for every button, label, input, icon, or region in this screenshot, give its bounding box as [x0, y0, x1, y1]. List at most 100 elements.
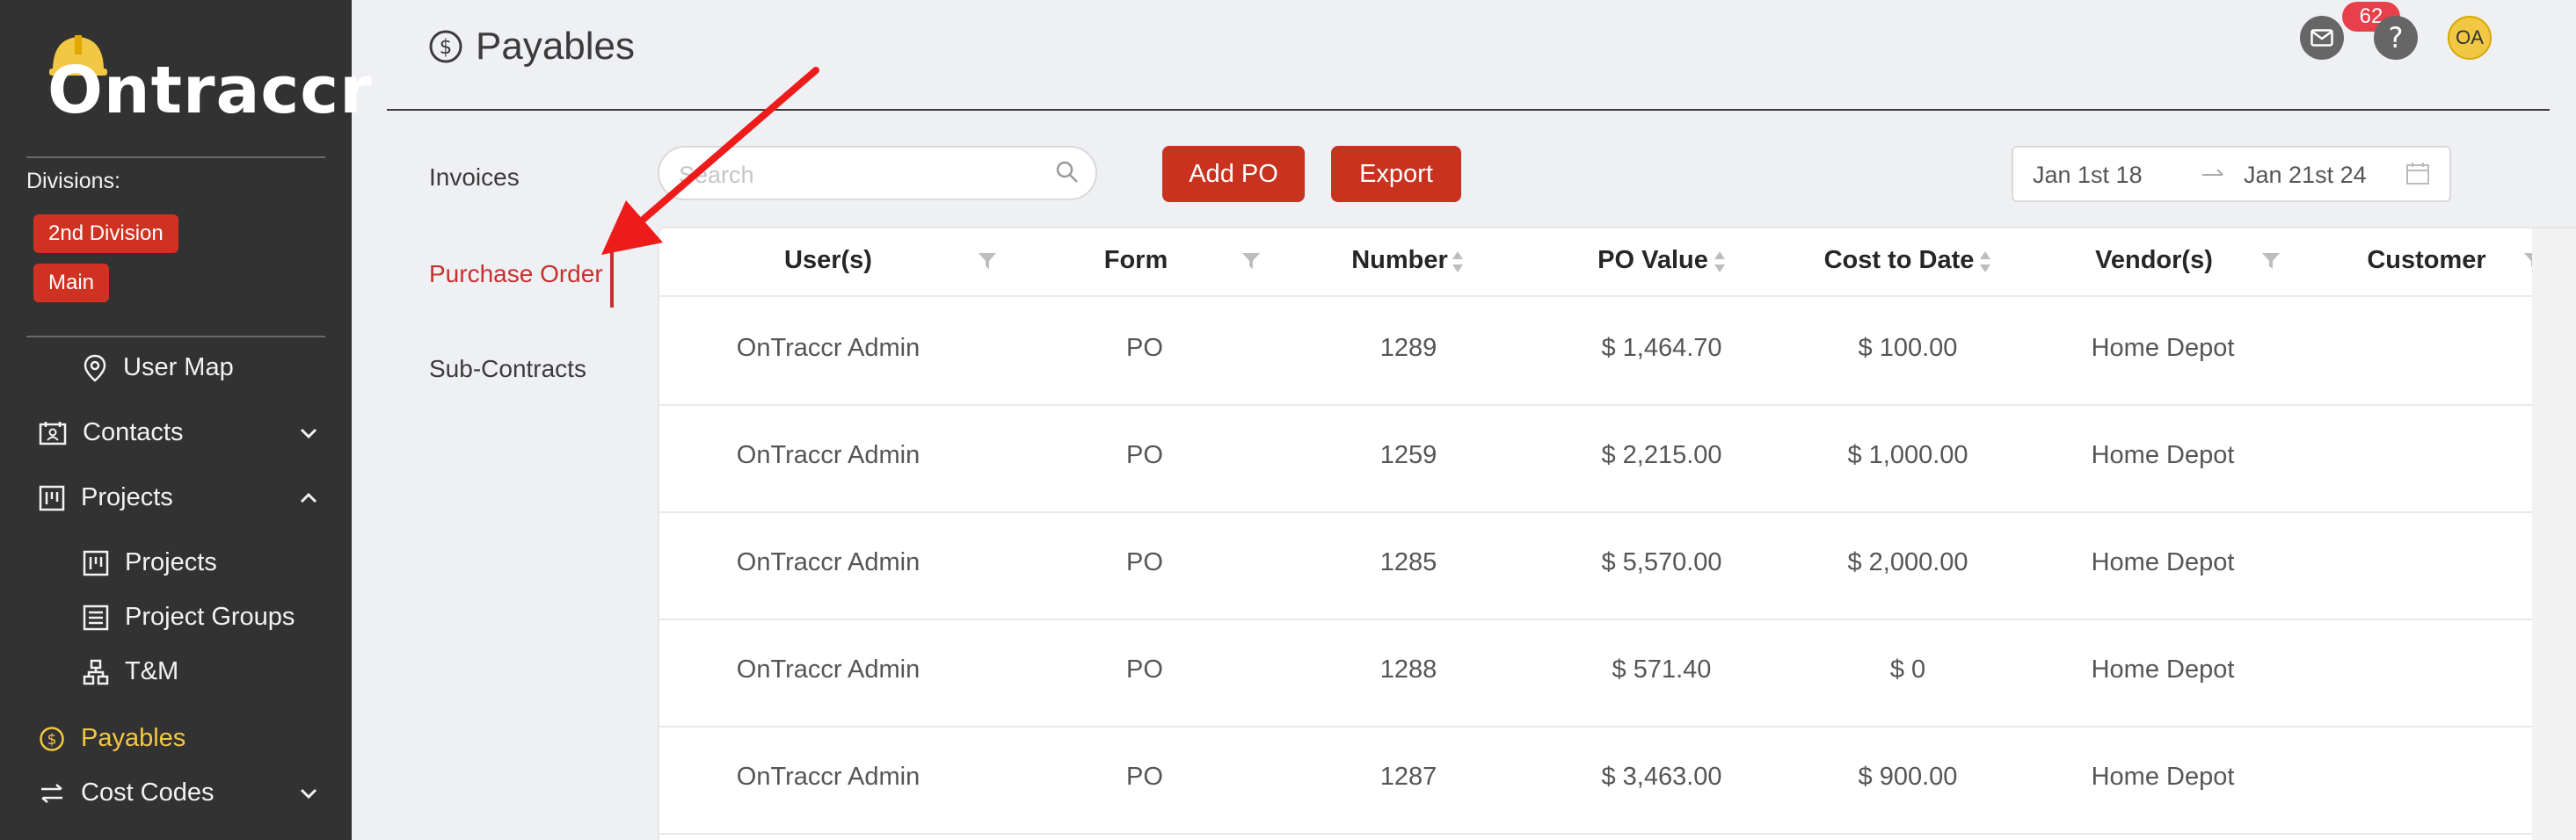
date-range-picker[interactable]: Jan 1st 18 Jan 21st 24: [2012, 146, 2451, 202]
cell-vendor: Home Depot: [2091, 441, 2235, 469]
sidebar-item-label: Payables: [81, 724, 186, 752]
divider: [26, 336, 325, 337]
cell-po-value: $ 1,464.70: [1601, 334, 1722, 362]
svg-text:$: $: [440, 36, 453, 59]
column-header-number[interactable]: Number: [1329, 246, 1470, 275]
avatar-initials: OA: [2456, 26, 2484, 48]
table-row[interactable]: OnTraccr Admin PO 1259 $ 2,215.00 $ 1,00…: [659, 404, 2534, 513]
chevron-up-icon[interactable]: [299, 492, 318, 504]
cell-cost-to-date: $ 900.00: [1858, 763, 1958, 791]
divider: [26, 156, 325, 158]
sidebar-item-user-map[interactable]: User Map: [83, 353, 234, 382]
date-end[interactable]: Jan 21st 24: [2244, 162, 2367, 189]
chevron-down-icon[interactable]: [299, 787, 318, 800]
column-header-vendors[interactable]: Vendor(s): [2057, 246, 2251, 275]
cell-vendor: Home Depot: [2091, 334, 2235, 362]
cell-vendor: Home Depot: [2091, 655, 2235, 684]
mail-button[interactable]: [2300, 16, 2344, 60]
mail-icon: [2310, 29, 2333, 47]
cell-number: 1289: [1379, 334, 1437, 362]
tab-purchase-order[interactable]: Purchase Order: [429, 260, 603, 288]
cell-cost-to-date: $ 1,000.00: [1847, 441, 1968, 469]
table-row[interactable]: OnTraccr Admin PO 1289 $ 1,464.70 $ 100.…: [659, 297, 2534, 406]
division-badge-2nd[interactable]: 2nd Division: [33, 214, 178, 253]
dollar-circle-icon: $: [429, 30, 462, 63]
sidebar-item-label: T&M: [125, 657, 179, 685]
table-row[interactable]: OnTraccr Admin PO 1285 $ 5,570.00 $ 2,00…: [659, 511, 2534, 620]
cell-user: OnTraccr Admin: [736, 655, 921, 684]
contacts-icon: [39, 421, 67, 445]
sort-icon[interactable]: [1713, 250, 1727, 274]
annotation-arrow: [601, 67, 819, 255]
sidebar-item-projects[interactable]: Projects: [39, 483, 173, 512]
projects-icon: [83, 550, 109, 576]
sidebar-item-cost-codes[interactable]: Cost Codes: [39, 778, 215, 807]
sidebar-item-label: Contacts: [83, 418, 184, 446]
cell-po-value: $ 571.40: [1612, 655, 1712, 684]
sidebar-item-label: Cost Codes: [81, 778, 215, 807]
project-groups-icon: [83, 605, 109, 630]
tab-sub-contracts[interactable]: Sub-Contracts: [429, 355, 586, 383]
column-header-form[interactable]: Form: [1066, 246, 1206, 275]
dollar-circle-icon: $: [40, 726, 64, 751]
sidebar-item-projects-sub[interactable]: Projects: [83, 548, 217, 577]
scroll-gutter: [2532, 228, 2576, 840]
filter-icon[interactable]: [1241, 251, 1261, 271]
table-row[interactable]: OnTraccr Admin PO 1287 $ 3,463.00 $ 900.…: [659, 726, 2534, 835]
add-po-button[interactable]: Add PO: [1162, 146, 1305, 202]
filter-icon[interactable]: [978, 251, 997, 271]
map-pin-icon: [84, 354, 106, 382]
chevron-down-icon[interactable]: [299, 427, 318, 439]
column-header-po-value[interactable]: PO Value: [1574, 246, 1732, 275]
cell-po-value: $ 3,463.00: [1601, 763, 1722, 791]
swap-icon: [41, 783, 62, 803]
column-header-cost-to-date[interactable]: Cost to Date: [1802, 246, 1996, 275]
date-start[interactable]: Jan 1st 18: [2033, 162, 2143, 189]
cell-cost-to-date: $ 0: [1889, 655, 1926, 684]
cell-form: PO: [1126, 548, 1163, 576]
help-icon: ?: [2388, 21, 2404, 54]
cell-number: 1285: [1379, 548, 1437, 576]
sort-icon[interactable]: [1978, 250, 1992, 274]
cell-user: OnTraccr Admin: [736, 334, 921, 362]
sidebar: Ontraccr Divisions: 2nd Division Main Us…: [0, 0, 372, 840]
cell-vendor: Home Depot: [2091, 763, 2235, 791]
logo-text: Ontraccr: [47, 53, 373, 128]
cell-number: 1287: [1379, 763, 1437, 791]
table-header: User(s) Form Number PO Value Cost to Dat…: [659, 228, 2576, 297]
sort-icon[interactable]: [1451, 250, 1465, 274]
filter-icon[interactable]: [2261, 251, 2281, 271]
search-icon[interactable]: [1055, 160, 1080, 185]
cell-user: OnTraccr Admin: [736, 441, 921, 469]
table-row[interactable]: OnTraccr Admin PO 1288 $ 571.40 $ 0 Home…: [659, 619, 2534, 728]
tab-invoices[interactable]: Invoices: [429, 163, 520, 192]
cell-number: 1288: [1379, 655, 1437, 684]
cell-form: PO: [1126, 334, 1163, 362]
cell-user: OnTraccr Admin: [736, 548, 921, 576]
column-header-customer[interactable]: Customer: [2330, 246, 2523, 275]
calendar-icon[interactable]: [2405, 162, 2430, 186]
cell-form: PO: [1126, 441, 1163, 469]
cell-number: 1259: [1379, 441, 1437, 469]
help-button[interactable]: ?: [2374, 16, 2418, 60]
cell-form: PO: [1126, 655, 1163, 684]
cell-po-value: $ 2,215.00: [1601, 441, 1722, 469]
avatar[interactable]: OA: [2448, 16, 2492, 60]
division-badge-main[interactable]: Main: [33, 264, 110, 302]
sidebar-item-label: Project Groups: [125, 603, 295, 631]
cell-form: PO: [1126, 763, 1163, 791]
arrow-right-icon: [2202, 169, 2223, 176]
sidebar-item-tm[interactable]: T&M: [83, 657, 178, 686]
cell-vendor: Home Depot: [2091, 548, 2235, 576]
hierarchy-icon: [83, 659, 109, 684]
sidebar-item-contacts[interactable]: Contacts: [39, 418, 183, 447]
sidebar-item-project-groups[interactable]: Project Groups: [83, 603, 295, 632]
divisions-label: Divisions:: [26, 169, 120, 193]
cell-po-value: $ 5,570.00: [1601, 548, 1722, 576]
export-button[interactable]: Export: [1331, 146, 1461, 202]
sidebar-item-label: Projects: [125, 548, 217, 576]
cell-cost-to-date: $ 100.00: [1858, 334, 1958, 362]
sidebar-item-label: Projects: [81, 483, 173, 511]
sidebar-item-payables[interactable]: $ Payables: [39, 724, 186, 753]
sidebar-item-label: User Map: [123, 353, 234, 381]
